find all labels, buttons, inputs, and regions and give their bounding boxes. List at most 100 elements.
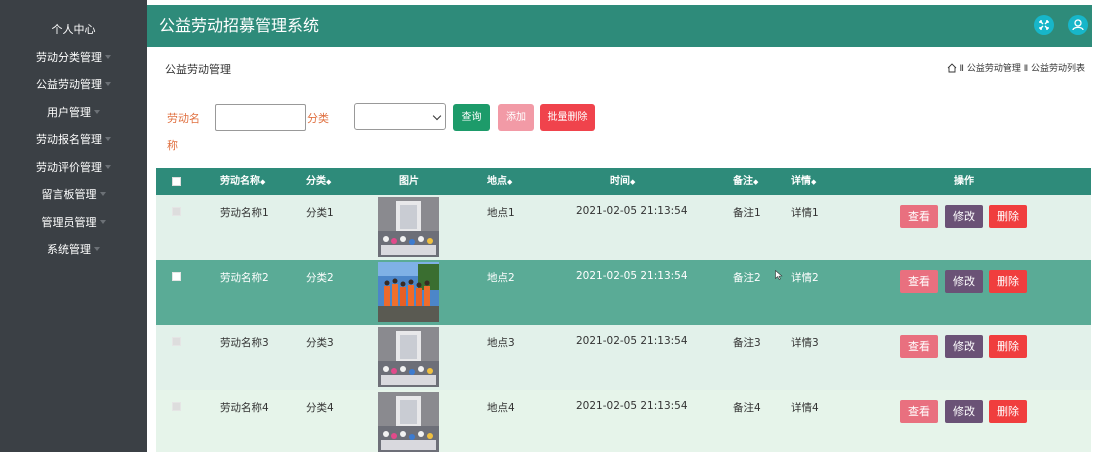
cell-place: 地点4	[487, 402, 515, 414]
sort-icon: ◆	[260, 178, 266, 186]
cell-name: 劳动名称3	[220, 337, 269, 349]
cell-category: 分类4	[306, 402, 334, 414]
sidebar-item-system[interactable]: 系统管理	[0, 236, 147, 264]
query-button[interactable]: 查询	[453, 104, 490, 131]
name-label: 劳动名	[167, 112, 200, 125]
col-header-detail[interactable]: 详情◆	[791, 168, 816, 196]
top-header: 公益劳动招募管理系统	[147, 5, 1092, 47]
view-button[interactable]: 查看	[900, 270, 938, 293]
breadcrumb-text: Ⅱ 公益劳动管理 Ⅱ 公益劳动列表	[959, 64, 1085, 74]
cell-time: 2021-02-05 21:13:54	[576, 400, 688, 412]
sidebar-item-label: 管理员管理	[41, 215, 97, 229]
labor-image	[378, 197, 439, 257]
caret-down-icon	[99, 192, 106, 196]
sidebar-item-signup[interactable]: 劳动报名管理	[0, 126, 147, 154]
name-search-input[interactable]	[215, 104, 306, 131]
select-all-checkbox[interactable]	[172, 177, 181, 186]
delete-button[interactable]: 删除	[989, 270, 1027, 293]
labor-image	[378, 392, 439, 452]
delete-button[interactable]: 删除	[989, 205, 1027, 228]
view-button[interactable]: 查看	[900, 335, 938, 358]
sidebar-item-labor-category[interactable]: 劳动分类管理	[0, 44, 147, 72]
row-checkbox[interactable]	[172, 207, 181, 216]
fullscreen-icon	[1039, 20, 1049, 30]
cell-detail: 详情1	[791, 207, 819, 219]
app: 个人中心 劳动分类管理 公益劳动管理 用户管理 劳动报名管理 劳动评价管理 留言…	[0, 0, 1093, 452]
sort-icon: ◆	[507, 178, 513, 186]
table-row: 劳动名称3 分类3 地点3 2021-02-05 21:13:54 备注3 详情…	[156, 325, 1091, 390]
table-row: 劳动名称2 分类2 地点2 2021-02-05 21:13:54 备注2 详情…	[156, 260, 1091, 325]
sidebar-item-profile[interactable]: 个人中心	[0, 16, 147, 44]
cell-place: 地点3	[487, 337, 515, 349]
table-row: 劳动名称4 分类4 地点4 2021-02-05 21:13:54 备注4 详情…	[156, 390, 1091, 452]
cell-detail: 详情3	[791, 337, 819, 349]
cell-place: 地点2	[487, 272, 515, 284]
sort-icon: ◆	[326, 178, 332, 186]
delete-button[interactable]: 删除	[989, 335, 1027, 358]
sidebar-item-label: 劳动分类管理	[36, 50, 102, 64]
home-icon[interactable]	[947, 62, 957, 73]
col-header-note[interactable]: 备注◆	[733, 168, 758, 196]
view-button[interactable]: 查看	[900, 205, 938, 228]
cell-note: 备注1	[733, 207, 761, 219]
cell-category: 分类2	[306, 272, 334, 284]
col-header-name[interactable]: 劳动名称◆	[220, 168, 265, 196]
category-select[interactable]	[354, 103, 446, 130]
col-header-category[interactable]: 分类◆	[306, 168, 331, 196]
caret-down-icon	[94, 247, 100, 251]
caret-down-icon	[105, 54, 111, 59]
user-icon	[1072, 19, 1084, 31]
cell-note: 备注4	[733, 402, 761, 414]
chevron-down-icon	[432, 111, 442, 121]
caret-down-icon	[105, 137, 111, 141]
col-header-image: 图片	[399, 176, 419, 187]
sidebar-item-label: 公益劳动管理	[36, 78, 102, 91]
row-checkbox[interactable]	[172, 272, 181, 281]
sidebar-item-label: 用户管理	[47, 105, 91, 119]
page-title: 公益劳动管理	[165, 63, 231, 76]
cell-detail: 详情4	[791, 402, 819, 414]
user-menu-button[interactable]	[1068, 15, 1088, 35]
labor-image	[378, 262, 439, 322]
app-title: 公益劳动招募管理系统	[159, 16, 320, 35]
col-header-place[interactable]: 地点◆	[487, 168, 512, 196]
sidebar-item-admins[interactable]: 管理员管理	[0, 209, 147, 237]
sidebar: 个人中心 劳动分类管理 公益劳动管理 用户管理 劳动报名管理 劳动评价管理 留言…	[0, 0, 147, 452]
edit-button[interactable]: 修改	[945, 270, 983, 293]
sidebar-item-label: 留言板管理	[41, 188, 97, 201]
caret-down-icon	[105, 82, 111, 86]
sidebar-item-evaluation[interactable]: 劳动评价管理	[0, 154, 147, 182]
col-header-time[interactable]: 时间◆	[610, 168, 635, 196]
mouse-cursor-icon	[775, 270, 783, 280]
view-button[interactable]: 查看	[900, 400, 938, 423]
table-header: 劳动名称◆ 分类◆ 图片 地点◆ 时间◆ 备注◆ 详情◆ 操作	[156, 168, 1091, 195]
col-header-actions: 操作	[954, 176, 974, 187]
cell-category: 分类3	[306, 337, 334, 349]
sidebar-item-users[interactable]: 用户管理	[0, 99, 147, 127]
cell-time: 2021-02-05 21:13:54	[576, 205, 688, 217]
cell-name: 劳动名称4	[220, 402, 269, 414]
cell-note: 备注3	[733, 337, 761, 349]
edit-button[interactable]: 修改	[945, 205, 983, 228]
sidebar-item-label: 个人中心	[51, 23, 96, 36]
cell-time: 2021-02-05 21:13:54	[576, 335, 688, 347]
labor-image	[378, 327, 439, 387]
labor-table: 劳动名称◆ 分类◆ 图片 地点◆ 时间◆ 备注◆ 详情◆ 操作 劳动名称1 分类…	[156, 168, 1091, 452]
delete-button[interactable]: 删除	[989, 400, 1027, 423]
sidebar-item-label: 系统管理	[47, 243, 91, 256]
row-checkbox[interactable]	[172, 402, 181, 411]
sidebar-item-message-board[interactable]: 留言板管理	[0, 181, 147, 209]
sort-icon: ◆	[753, 178, 759, 186]
batch-delete-button[interactable]: 批量删除	[540, 104, 595, 131]
caret-down-icon	[99, 219, 106, 224]
fullscreen-button[interactable]	[1034, 15, 1054, 35]
caret-down-icon	[94, 109, 100, 114]
cell-detail: 详情2	[791, 272, 819, 284]
sidebar-item-public-labor[interactable]: 公益劳动管理	[0, 71, 147, 99]
edit-button[interactable]: 修改	[945, 400, 983, 423]
row-checkbox[interactable]	[172, 337, 181, 346]
edit-button[interactable]: 修改	[945, 335, 983, 358]
cell-time: 2021-02-05 21:13:54	[576, 270, 688, 282]
breadcrumb: Ⅱ 公益劳动管理 Ⅱ 公益劳动列表	[947, 61, 1085, 74]
add-button[interactable]: 添加	[498, 104, 534, 131]
